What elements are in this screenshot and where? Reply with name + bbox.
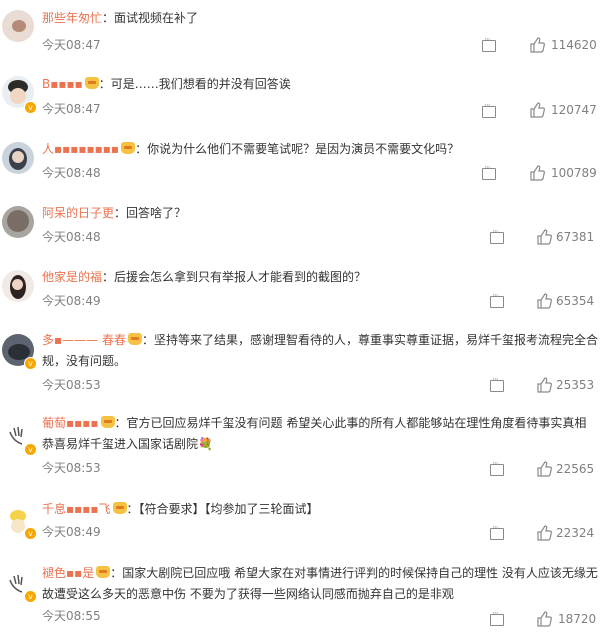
crown-icon bbox=[121, 142, 136, 154]
comment-item: 阿呆的日子更：回答啥了？ 今天08:48 67381 bbox=[0, 194, 613, 258]
like-count: 120747 bbox=[551, 103, 597, 117]
reply-icon[interactable] bbox=[490, 291, 504, 308]
crown-icon bbox=[84, 77, 99, 89]
like-icon[interactable] bbox=[536, 461, 552, 477]
comment-item: v B▪▪▪▪ ：可是……我们想看的并没有回答诶 今天08:47 120747 bbox=[0, 64, 613, 128]
username[interactable]: 人▪▪▪▪▪▪▪▪ bbox=[42, 142, 119, 156]
like-count: 100789 bbox=[551, 166, 597, 180]
comment-text: ：回答啥了？ bbox=[114, 206, 187, 220]
verified-badge: v bbox=[24, 443, 37, 456]
like-icon[interactable] bbox=[536, 293, 552, 309]
reply-icon[interactable] bbox=[482, 163, 496, 180]
comment-time: 今天08:53 bbox=[42, 378, 101, 392]
like-icon[interactable] bbox=[529, 102, 545, 118]
reply-icon[interactable] bbox=[490, 523, 504, 540]
comment-item: v 褪色▪▪是 ：国家大剧院已回应哦 希望大家在对事情进行评判的时候保持自己的理性… bbox=[0, 556, 613, 642]
comment-time: 今天08:47 bbox=[42, 38, 101, 52]
verified-badge: v bbox=[24, 590, 37, 603]
username[interactable]: 多▪——— 春春 bbox=[42, 333, 126, 347]
comment-item: 他家是的福：后援会怎么拿到只有举报人才能看到的截图的？ 今天08:49 6535… bbox=[0, 258, 613, 322]
like-count: 18720 bbox=[558, 612, 597, 626]
username[interactable]: 他家是的福 bbox=[42, 270, 102, 284]
comment-time: 今天08:49 bbox=[42, 525, 101, 539]
username[interactable]: 阿呆的日子更 bbox=[42, 206, 114, 220]
comment-item: 人▪▪▪▪▪▪▪▪ ：你说为什么他们不需要笔试呢？是因为演员不需要文化吗？ 今天0… bbox=[0, 130, 613, 194]
comment-text: ：国家大剧院已回应哦 希望大家在对事情进行评判的时候保持自己的理性 没有人应该无… bbox=[42, 566, 598, 601]
avatar[interactable] bbox=[2, 142, 34, 174]
username[interactable]: 那些年匆忙 bbox=[42, 11, 102, 25]
username[interactable]: 葡萄▪▪▪▪ bbox=[42, 416, 99, 430]
crown-icon bbox=[112, 502, 127, 514]
verified-badge: v bbox=[24, 101, 37, 114]
reply-icon[interactable] bbox=[490, 459, 504, 476]
verified-badge: v bbox=[24, 357, 37, 370]
reply-icon[interactable] bbox=[490, 227, 504, 244]
comment-time: 今天08:49 bbox=[42, 294, 101, 308]
crown-icon bbox=[100, 416, 115, 428]
comment-text: ：官方已回应易烊千玺没有问题 希望关心此事的所有人都能够站在理性角度看待事实真相… bbox=[42, 416, 587, 451]
like-icon[interactable] bbox=[536, 525, 552, 541]
like-count: 67381 bbox=[556, 230, 595, 244]
avatar[interactable] bbox=[2, 10, 34, 42]
comment-item: v 多▪——— 春春 ：坚持等来了结果，感谢理智看待的人，尊重事实尊重证据，易烊千… bbox=[0, 322, 613, 406]
like-icon[interactable] bbox=[529, 165, 545, 181]
like-count: 22565 bbox=[556, 462, 595, 476]
username[interactable]: 褪色▪▪是 bbox=[42, 566, 94, 580]
comment-time: 今天08:48 bbox=[42, 230, 101, 244]
comment-item: v 葡萄▪▪▪▪ ：官方已回应易烊千玺没有问题 希望关心此事的所有人都能够站在理性… bbox=[0, 408, 613, 492]
verified-badge: v bbox=[24, 527, 37, 540]
like-count: 25353 bbox=[556, 378, 595, 392]
username[interactable]: 千息▪▪▪▪飞 bbox=[42, 502, 111, 516]
crown-icon bbox=[96, 566, 111, 578]
username[interactable]: B▪▪▪▪ bbox=[42, 77, 83, 91]
like-count: 114620 bbox=[551, 38, 597, 52]
comment-text: ：可是……我们想看的并没有回答诶 bbox=[98, 77, 291, 91]
like-icon[interactable] bbox=[536, 377, 552, 393]
reply-icon[interactable] bbox=[482, 101, 496, 118]
avatar[interactable] bbox=[2, 206, 34, 238]
comment-text: ：面试视频在补了 bbox=[102, 11, 199, 25]
comment-text: ：你说为什么他们不需要笔试呢？是因为演员不需要文化吗？ bbox=[135, 142, 460, 156]
comment-item: 那些年匆忙：面试视频在补了 今天08:47 114620 bbox=[0, 0, 613, 62]
comment-list: 那些年匆忙：面试视频在补了 今天08:47 114620 v B▪▪▪▪ ：可是…… bbox=[0, 0, 613, 642]
comment-time: 今天08:48 bbox=[42, 166, 101, 180]
comment-text: ：后援会怎么拿到只有举报人才能看到的截图的？ bbox=[102, 270, 367, 284]
crown-icon bbox=[127, 333, 142, 345]
like-count: 65354 bbox=[556, 294, 595, 308]
like-icon[interactable] bbox=[536, 611, 552, 627]
comment-text: ：【符合要求】【均参加了三轮面试】 bbox=[126, 502, 319, 516]
avatar[interactable] bbox=[2, 270, 34, 302]
comment-time: 今天08:55 bbox=[42, 609, 101, 623]
reply-icon[interactable] bbox=[482, 35, 496, 52]
comment-item: v 千息▪▪▪▪飞 ：【符合要求】【均参加了三轮面试】 今天08:49 22324 bbox=[0, 494, 613, 556]
like-count: 22324 bbox=[556, 526, 595, 540]
reply-icon[interactable] bbox=[490, 609, 504, 626]
comment-time: 今天08:47 bbox=[42, 102, 101, 116]
like-icon[interactable] bbox=[529, 37, 545, 53]
like-icon[interactable] bbox=[536, 229, 552, 245]
comment-time: 今天08:53 bbox=[42, 461, 101, 475]
reply-icon[interactable] bbox=[490, 375, 504, 392]
